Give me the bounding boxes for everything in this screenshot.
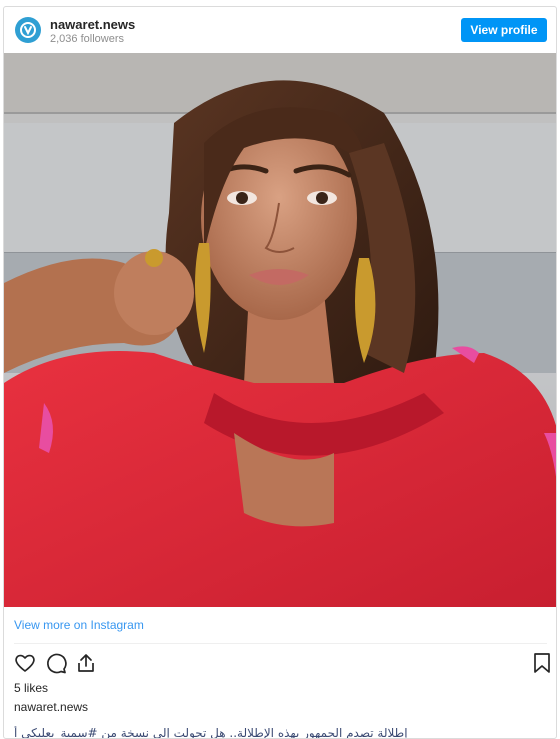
woman-in-red-dress-photo (4, 53, 556, 607)
post-header: nawaret.news 2,036 followers View profil… (4, 7, 556, 53)
like-count[interactable]: 5 likes (14, 681, 48, 695)
comment-icon[interactable] (44, 651, 68, 675)
caption-text: إطلالة تصدم الجمهور بهذه الإطلالة.. هل ت… (14, 726, 408, 739)
bookmark-icon[interactable] (530, 651, 554, 675)
caption-username[interactable]: nawaret.news (14, 700, 88, 714)
heart-icon[interactable] (13, 651, 37, 675)
post-photo[interactable] (4, 53, 556, 607)
view-more-link[interactable]: View more on Instagram (14, 618, 144, 632)
follower-count: 2,036 followers (50, 33, 124, 45)
username[interactable]: nawaret.news (50, 17, 135, 32)
view-profile-button[interactable]: View profile (461, 18, 547, 42)
share-icon[interactable] (74, 651, 98, 675)
nawaret-logo-icon (20, 22, 36, 38)
instagram-embed-card: nawaret.news 2,036 followers View profil… (3, 6, 557, 739)
divider (14, 643, 547, 644)
avatar[interactable] (15, 17, 41, 43)
action-bar (4, 651, 556, 677)
